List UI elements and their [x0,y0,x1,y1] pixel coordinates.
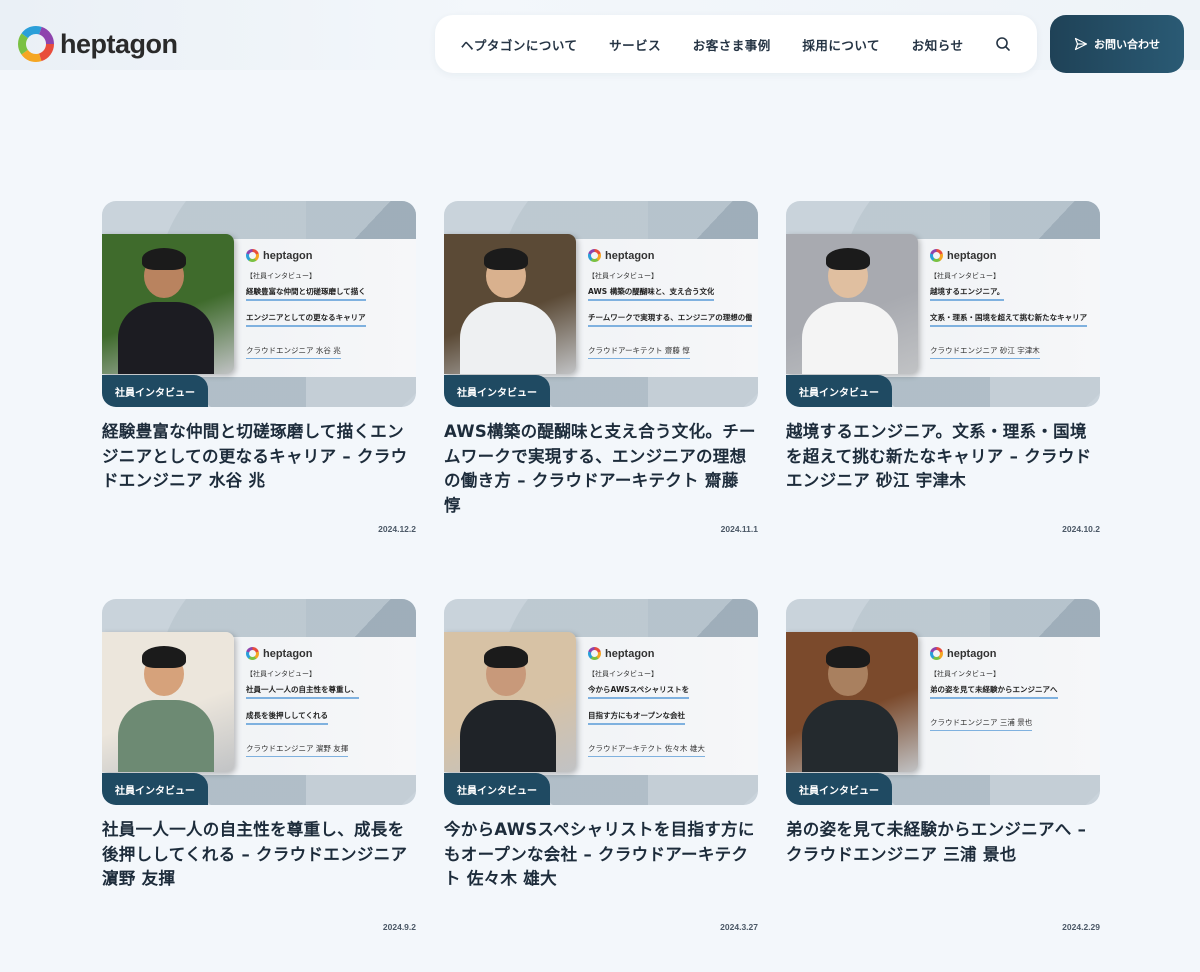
interviewee-photo [102,632,234,772]
thumbnail-text: heptagon 【社員インタビュー】 弟の姿を見て未経験からエンジニアへ クラ… [930,647,1094,731]
thumbnail-headline-2: チームワークで実現する、エンジニアの理想の働 [588,312,752,327]
thumbnail-text: heptagon 【社員インタビュー】 今からAWSスペシャリストを 目指す方に… [588,647,752,757]
interview-card[interactable]: heptagon 【社員インタビュー】 弟の姿を見て未経験からエンジニアへ クラ… [786,599,1100,972]
nav-item-cases[interactable]: お客さま事例 [693,35,771,54]
interviewee-photo [444,632,576,772]
card-thumbnail[interactable]: heptagon 【社員インタビュー】 弟の姿を見て未経験からエンジニアへ クラ… [786,599,1100,805]
thumbnail-tag: 【社員インタビュー】 [930,670,1000,678]
contact-button[interactable]: お問い合わせ [1050,15,1184,73]
thumbnail-person: クラウドエンジニア 水谷 兆 [246,345,341,359]
card-date: 2024.10.2 [1062,524,1100,534]
main-nav: ヘプタゴンについて サービス お客さま事例 採用について お知らせ [435,15,1037,73]
card-title[interactable]: 弟の姿を見て未経験からエンジニアへ – クラウドエンジニア 三浦 景也 [786,818,1100,867]
paper-plane-icon [1074,37,1088,51]
category-badge: 社員インタビュー [444,375,550,407]
thumbnail-tag: 【社員インタビュー】 [930,272,1000,280]
nav-item-about[interactable]: ヘプタゴンについて [461,35,578,54]
thumbnail-person: クラウドエンジニア 砂江 宇津木 [930,345,1040,359]
nav-item-services[interactable]: サービス [609,35,661,54]
card-date: 2024.2.29 [1062,922,1100,932]
thumbnail-headline-1: 経験豊富な仲間と切磋琢磨して描く [246,286,366,301]
thumbnail-headline-1: AWS 構築の醍醐味と、支え合う文化 [588,286,715,301]
thumbnail-text: heptagon 【社員インタビュー】 AWS 構築の醍醐味と、支え合う文化 チ… [588,249,752,359]
thumbnail-person: クラウドアーキテクト 佐々木 雄大 [588,743,705,757]
heptagon-logo-icon [246,249,259,262]
card-date: 2024.3.27 [720,922,758,932]
interview-card[interactable]: heptagon 【社員インタビュー】 社員一人一人の自主性を尊重し、 成長を後… [102,599,416,972]
card-date: 2024.9.2 [382,922,416,932]
thumbnail-logo: heptagon [588,249,752,262]
thumbnail-headline-1: 今からAWSスペシャリストを [588,684,690,699]
thumbnail-headline-2: エンジニアとしての更なるキャリア [246,312,366,327]
thumbnail-headline-2: 文系・理系・国境を超えて挑む新たなキャリア [930,312,1088,327]
category-badge: 社員インタビュー [102,375,208,407]
thumbnail-headline-1: 弟の姿を見て未経験からエンジニアへ [930,684,1058,699]
thumbnail-text: heptagon 【社員インタビュー】 経験豊富な仲間と切磋琢磨して描く エンジ… [246,249,410,359]
card-title[interactable]: 今からAWSスペシャリストを目指す方にもオープンな会社 – クラウドアーキテクト… [444,818,758,892]
thumbnail-logo: heptagon [246,249,410,262]
thumbnail-tag: 【社員インタビュー】 [246,670,316,678]
card-thumbnail[interactable]: heptagon 【社員インタビュー】 社員一人一人の自主性を尊重し、 成長を後… [102,599,416,805]
card-thumbnail[interactable]: heptagon 【社員インタビュー】 経験豊富な仲間と切磋琢磨して描く エンジ… [102,201,416,407]
card-thumbnail[interactable]: heptagon 【社員インタビュー】 AWS 構築の醍醐味と、支え合う文化 チ… [444,201,758,407]
interview-card[interactable]: heptagon 【社員インタビュー】 経験豊富な仲間と切磋琢磨して描く エンジ… [102,201,416,599]
category-badge: 社員インタビュー [786,375,892,407]
category-badge: 社員インタビュー [102,773,208,805]
interview-card[interactable]: heptagon 【社員インタビュー】 AWS 構築の醍醐味と、支え合う文化 チ… [444,201,758,599]
thumbnail-headline-1: 越境するエンジニア。 [930,286,1005,301]
thumbnail-person: クラウドエンジニア 濵野 友揮 [246,743,349,757]
card-title[interactable]: AWS構築の醍醐味と支え合う文化。チームワークで実現する、エンジニアの理想の働き… [444,420,758,518]
card-title[interactable]: 越境するエンジニア。文系・理系・国境を超えて挑む新たなキャリア – クラウドエン… [786,420,1100,494]
logo-text: heptagon [60,28,178,59]
interviewee-photo [444,234,576,374]
interview-grid: heptagon 【社員インタビュー】 経験豊富な仲間と切磋琢磨して描く エンジ… [102,201,1100,972]
thumbnail-tag: 【社員インタビュー】 [588,272,658,280]
thumbnail-logo: heptagon [930,249,1094,262]
thumbnail-text: heptagon 【社員インタビュー】 社員一人一人の自主性を尊重し、 成長を後… [246,647,410,757]
heptagon-logo-icon [246,647,259,660]
card-title[interactable]: 社員一人一人の自主性を尊重し、成長を後押ししてくれる – クラウドエンジニア 濵… [102,818,416,892]
thumbnail-person: クラウドアーキテクト 齋藤 惇 [588,345,690,359]
interviewee-photo [102,234,234,374]
thumbnail-tag: 【社員インタビュー】 [246,272,316,280]
search-icon[interactable] [995,36,1011,52]
nav-item-recruit[interactable]: 採用について [802,35,880,54]
thumbnail-text: heptagon 【社員インタビュー】 越境するエンジニア。 文系・理系・国境を… [930,249,1094,359]
interviewee-photo [786,632,918,772]
category-badge: 社員インタビュー [444,773,550,805]
thumbnail-headline-2: 目指す方にもオープンな会社 [588,710,686,725]
category-badge: 社員インタビュー [786,773,892,805]
thumbnail-person: クラウドエンジニア 三浦 景也 [930,717,1033,731]
nav-item-news[interactable]: お知らせ [912,35,964,54]
heptagon-logo-icon [930,647,943,660]
thumbnail-tag: 【社員インタビュー】 [588,670,658,678]
card-title[interactable]: 経験豊富な仲間と切磋琢磨して描くエンジニアとしての更なるキャリア – クラウドエ… [102,420,416,494]
thumbnail-logo: heptagon [588,647,752,660]
thumbnail-logo: heptagon [930,647,1094,660]
interviewee-photo [786,234,918,374]
interview-card[interactable]: heptagon 【社員インタビュー】 越境するエンジニア。 文系・理系・国境を… [786,201,1100,599]
thumbnail-headline-1: 社員一人一人の自主性を尊重し、 [246,684,359,699]
contact-button-label: お問い合わせ [1094,38,1160,51]
heptagon-logo-icon [588,647,601,660]
heptagon-logo-icon [588,249,601,262]
heptagon-logo-icon [930,249,943,262]
heptagon-logo-icon [18,26,54,62]
thumbnail-logo: heptagon [246,647,410,660]
interview-card[interactable]: heptagon 【社員インタビュー】 今からAWSスペシャリストを 目指す方に… [444,599,758,972]
site-logo[interactable]: heptagon [18,26,178,62]
card-thumbnail[interactable]: heptagon 【社員インタビュー】 今からAWSスペシャリストを 目指す方に… [444,599,758,805]
thumbnail-headline-2: 成長を後押ししてくれる [246,710,329,725]
card-thumbnail[interactable]: heptagon 【社員インタビュー】 越境するエンジニア。 文系・理系・国境を… [786,201,1100,407]
card-date: 2024.11.1 [720,524,758,534]
card-date: 2024.12.2 [378,524,416,534]
